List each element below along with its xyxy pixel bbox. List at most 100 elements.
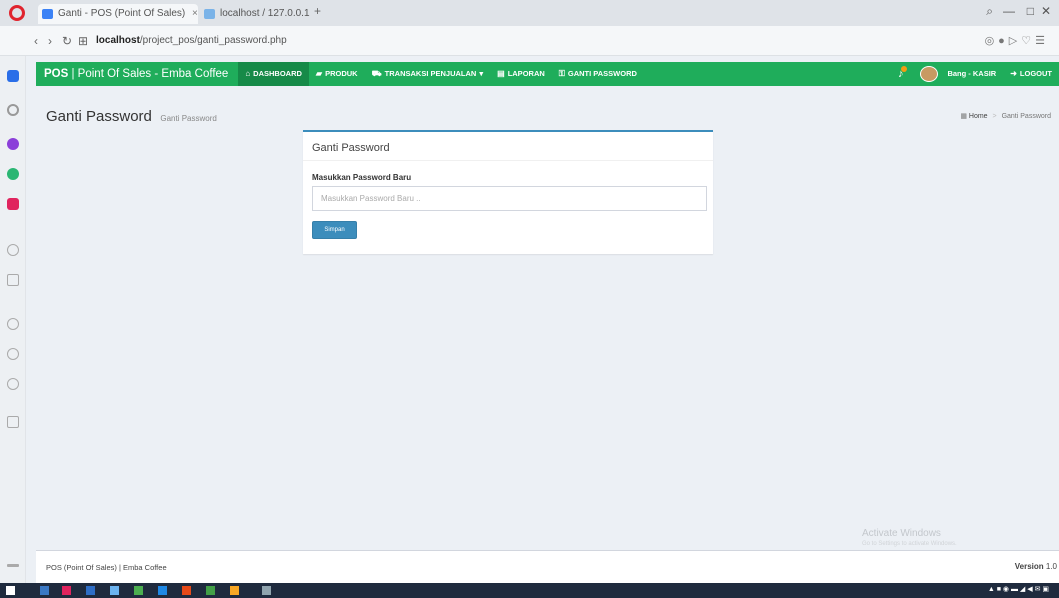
logout-icon: ➜ bbox=[1010, 69, 1017, 78]
taskbar-app-icon[interactable] bbox=[86, 586, 95, 595]
tab-label: localhost / 127.0.0.1 bbox=[220, 8, 310, 19]
folder-icon: ▰ bbox=[315, 69, 323, 78]
reload-icon[interactable]: ↻ bbox=[62, 34, 72, 48]
whatsapp-icon[interactable] bbox=[7, 168, 19, 180]
lock-icon: ⚿ bbox=[558, 69, 565, 78]
bookmarks-icon[interactable] bbox=[7, 318, 19, 330]
address-bar[interactable]: localhost/project_pos/ganti_password.php bbox=[96, 35, 287, 46]
breadcrumb-separator: > bbox=[992, 113, 997, 120]
notification-bell-icon[interactable]: ♪ bbox=[888, 66, 914, 80]
watermark-title: Activate Windows bbox=[862, 528, 941, 539]
brand-text: | Point Of Sales - Emba Coffee bbox=[68, 68, 229, 80]
taskbar-app-icon[interactable] bbox=[110, 586, 119, 595]
version-key: Version bbox=[1014, 562, 1044, 571]
page-footer: POS (Point Of Sales) | Emba Coffee Versi… bbox=[36, 550, 1059, 583]
dashboard-icon: ▦ bbox=[960, 113, 967, 120]
browser-tab[interactable]: localhost / 127.0.0.1 × bbox=[200, 4, 310, 24]
history-icon[interactable] bbox=[7, 244, 19, 256]
browser-address-row: ‹ › ↻ ⊞ localhost/project_pos/ganti_pass… bbox=[0, 26, 1059, 56]
taskbar-app-icon[interactable] bbox=[182, 586, 191, 595]
forward-icon[interactable]: › bbox=[48, 34, 52, 48]
save-button[interactable]: Simpan bbox=[312, 221, 357, 239]
user-label: Bang - KASIR bbox=[947, 69, 997, 78]
browser-sidebar bbox=[0, 56, 26, 583]
nav-transaksi-penjualan[interactable]: ⛟ TRANSAKSI PENJUALAN ▾ bbox=[365, 62, 491, 86]
opera-logo-icon[interactable] bbox=[9, 5, 25, 21]
nav-ganti-password[interactable]: ⚿ GANTI PASSWORD bbox=[552, 62, 644, 86]
clock-icon[interactable] bbox=[7, 348, 19, 360]
search-tabs-icon[interactable]: ⌕ bbox=[986, 4, 993, 19]
avatar bbox=[920, 66, 939, 82]
home-icon: ⌂ bbox=[245, 69, 251, 78]
taskbar-app-icon[interactable] bbox=[134, 586, 143, 595]
card-divider bbox=[303, 160, 713, 161]
nav-laporan[interactable]: ▤ LAPORAN bbox=[490, 62, 552, 86]
notification-badge bbox=[901, 66, 908, 72]
logout-button[interactable]: ➜ LOGOUT bbox=[1003, 62, 1059, 86]
nav-dashboard[interactable]: ⌂ DASHBOARD bbox=[238, 62, 309, 86]
breadcrumb-home[interactable]: Home bbox=[969, 113, 988, 120]
workspace-icon[interactable] bbox=[7, 70, 19, 82]
brand-logo[interactable]: POS | Point Of Sales - Emba Coffee bbox=[36, 68, 228, 80]
url-host: localhost bbox=[96, 35, 140, 46]
nav-ganti-password-label: GANTI PASSWORD bbox=[567, 69, 637, 78]
favicon-icon bbox=[204, 9, 215, 19]
instagram-icon[interactable] bbox=[7, 198, 19, 210]
more-icon[interactable] bbox=[7, 564, 19, 567]
cart-icon: ⛟ bbox=[371, 69, 382, 78]
browser-tab-active[interactable]: Ganti - POS (Point Of Sales) × bbox=[38, 4, 198, 24]
app-navbar: POS | Point Of Sales - Emba Coffee ⌂ DAS… bbox=[36, 62, 1059, 86]
taskbar-app-icon[interactable] bbox=[206, 586, 215, 595]
new-password-label: Masukkan Password Baru bbox=[312, 173, 412, 182]
watermark-subtitle: Go to Settings to activate Windows. bbox=[862, 541, 957, 547]
favicon-icon bbox=[42, 9, 53, 19]
home-sidebar-icon[interactable] bbox=[7, 104, 19, 116]
nav-produk[interactable]: ▰ PRODUK bbox=[309, 62, 365, 86]
browser-tab-strip: Ganti - POS (Point Of Sales) × localhost… bbox=[0, 0, 1059, 26]
new-tab-icon[interactable]: + bbox=[314, 4, 321, 18]
taskbar-app-icon[interactable] bbox=[62, 586, 71, 595]
minimize-icon[interactable]: — bbox=[1003, 4, 1015, 18]
version-value: 1.0 bbox=[1043, 562, 1057, 571]
navbar-right: ♪ Bang - KASIR ➜ LOGOUT bbox=[888, 62, 1059, 86]
messenger-icon[interactable] bbox=[7, 138, 19, 150]
breadcrumb: ▦ Home > Ganti Password bbox=[960, 112, 1051, 120]
windows-taskbar: ▲ ■ ◉ ▬ ◢ ◀ ✉ ▣ bbox=[0, 583, 1059, 598]
browser-toolbar-icons[interactable]: ◎●▷♡☰ bbox=[985, 34, 1049, 47]
nav-transaksi-label: TRANSAKSI PENJUALAN bbox=[384, 69, 477, 78]
user-menu[interactable]: Bang - KASIR bbox=[913, 62, 1003, 86]
new-password-input[interactable] bbox=[312, 186, 707, 211]
chevron-down-icon: ▾ bbox=[479, 69, 484, 78]
page-title: Ganti Password bbox=[46, 108, 152, 125]
content-header: Ganti Password Ganti Password bbox=[46, 108, 217, 126]
nav-dashboard-label: DASHBOARD bbox=[253, 69, 302, 78]
tab-label: Ganti - POS (Point Of Sales) bbox=[58, 8, 186, 19]
speed-dial-icon[interactable]: ⊞ bbox=[78, 34, 88, 48]
activate-windows-watermark: Activate Windows Go to Settings to activ… bbox=[862, 528, 957, 547]
tab-close-icon[interactable]: × bbox=[192, 8, 198, 19]
maximize-icon[interactable]: □ bbox=[1027, 4, 1034, 18]
breadcrumb-current: Ganti Password bbox=[1001, 113, 1051, 120]
close-window-icon[interactable]: ✕ bbox=[1041, 4, 1051, 18]
change-password-card: Ganti Password Masukkan Password Baru Si… bbox=[303, 130, 713, 254]
taskbar-app-icon[interactable] bbox=[262, 586, 271, 595]
url-path: /project_pos/ganti_password.php bbox=[139, 35, 287, 46]
brand-bold: POS bbox=[44, 68, 69, 80]
windows-start-icon[interactable] bbox=[6, 586, 15, 595]
extensions-icon[interactable] bbox=[7, 378, 19, 390]
player-icon[interactable] bbox=[7, 274, 19, 286]
nav-laporan-label: LAPORAN bbox=[507, 69, 545, 78]
document-icon: ▤ bbox=[497, 69, 505, 78]
page-subtitle: Ganti Password bbox=[160, 114, 217, 123]
pinboard-icon[interactable] bbox=[7, 416, 19, 428]
system-tray[interactable]: ▲ ■ ◉ ▬ ◢ ◀ ✉ ▣ bbox=[988, 585, 1049, 593]
taskbar-app-icon[interactable] bbox=[158, 586, 167, 595]
version-label: Version 1.0 bbox=[1015, 562, 1057, 571]
footer-text: POS (Point Of Sales) | Emba Coffee bbox=[46, 563, 167, 572]
taskbar-app-icon[interactable] bbox=[230, 586, 239, 595]
nav-produk-label: PRODUK bbox=[325, 69, 358, 78]
search-icon[interactable] bbox=[40, 586, 49, 595]
back-icon[interactable]: ‹ bbox=[34, 34, 38, 48]
card-title: Ganti Password bbox=[312, 142, 390, 154]
logout-label: LOGOUT bbox=[1019, 69, 1052, 78]
